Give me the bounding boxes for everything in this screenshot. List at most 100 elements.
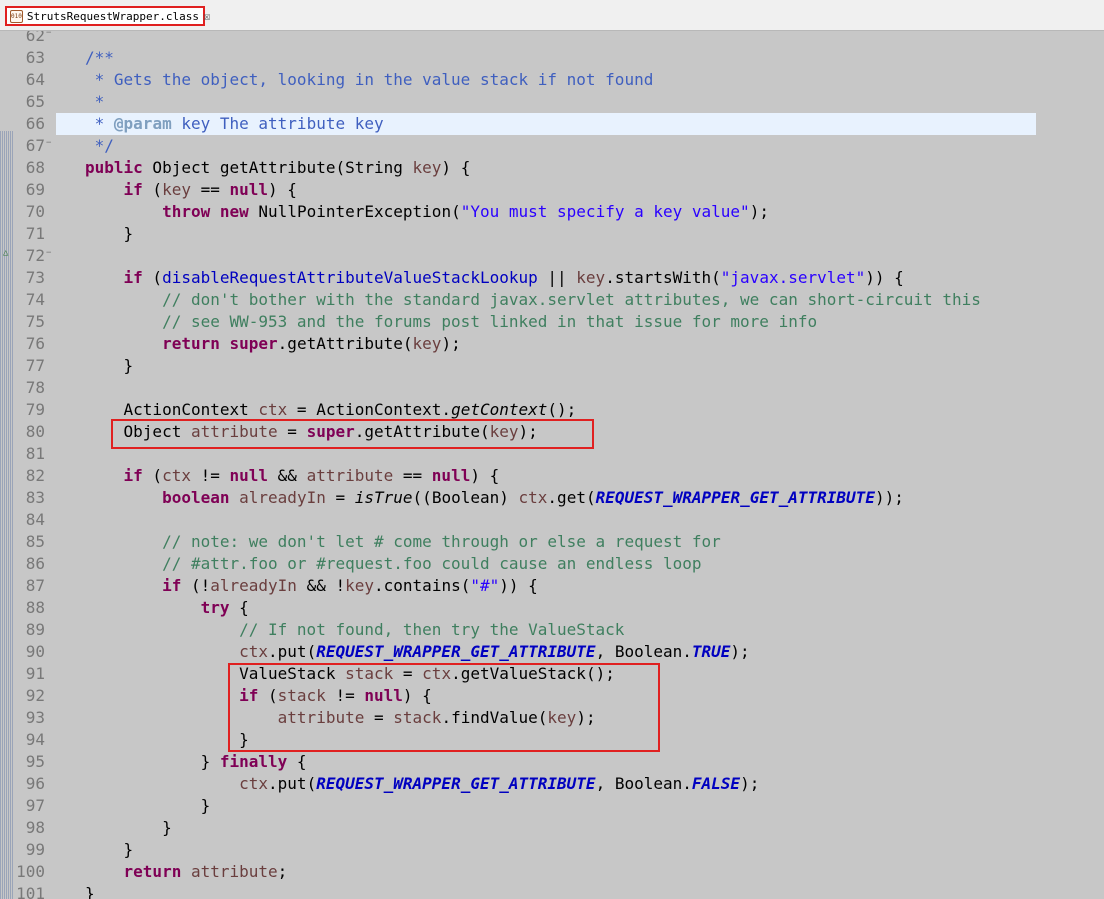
code-line[interactable]: 72− △ xyxy=(0,245,1104,267)
source-text: return attribute; xyxy=(85,862,288,882)
code-editor[interactable]: 62−63 /** 64 * Gets the object, looking in… xyxy=(0,31,1104,899)
code-token: = xyxy=(325,488,355,507)
code-line[interactable]: 65 * xyxy=(0,91,1104,113)
fold-marker-icon[interactable]: − xyxy=(46,138,51,148)
line-number: 91 xyxy=(25,664,45,683)
code-line[interactable]: 71 } xyxy=(0,223,1104,245)
code-line[interactable]: 76 return super.getAttribute(key); xyxy=(0,333,1104,355)
code-line[interactable]: 74 // don't bother with the standard jav… xyxy=(0,289,1104,311)
code-line[interactable]: 63 /** xyxy=(0,47,1104,69)
line-number: 96 xyxy=(25,774,45,793)
code-line[interactable]: 68 public Object getAttribute(String key)… xyxy=(0,157,1104,179)
code-line[interactable]: 64 * Gets the object, looking in the val… xyxy=(0,69,1104,91)
code-line[interactable]: 73 if (disableRequestAttributeValueStack… xyxy=(0,267,1104,289)
source-text: } xyxy=(85,884,95,899)
fold-marker-icon[interactable]: − xyxy=(46,248,51,258)
line-number: 99 xyxy=(25,840,45,859)
code-token: , Boolean. xyxy=(595,774,692,793)
source-text: * Gets the object, looking in the value … xyxy=(85,70,654,90)
code-token: null xyxy=(229,180,269,199)
code-token: key The attribute key xyxy=(171,114,384,133)
code-token: return xyxy=(162,334,220,353)
code-line[interactable]: 67− */ xyxy=(0,135,1104,157)
code-token: key xyxy=(345,576,375,595)
line-number: 94 xyxy=(25,730,45,749)
code-line[interactable]: 101} xyxy=(0,883,1104,899)
fold-marker-icon[interactable]: − xyxy=(46,31,51,38)
code-line[interactable]: 85 // note: we don't let # come through … xyxy=(0,531,1104,553)
code-token: ); xyxy=(441,334,461,353)
source-text: boolean alreadyIn = isTrue((Boolean) ctx… xyxy=(85,488,904,508)
code-token: ; xyxy=(277,862,288,881)
code-line[interactable]: 99 } xyxy=(0,839,1104,861)
code-token: if xyxy=(162,576,182,595)
code-token: throw xyxy=(162,202,211,221)
editor-tab-struts-request-wrapper[interactable]: 010 StrutsRequestWrapper.class ☒ xyxy=(5,6,210,26)
code-token: } xyxy=(85,884,95,899)
close-icon[interactable]: ☒ xyxy=(203,10,210,22)
code-token: ctx xyxy=(239,774,269,793)
source-text: * xyxy=(85,92,105,112)
code-line[interactable]: 78 xyxy=(0,377,1104,399)
code-token: if xyxy=(123,466,143,485)
code-line[interactable]: 69 if (key == null) { xyxy=(0,179,1104,201)
source-text: if (!alreadyIn && !key.contains("#")) { xyxy=(85,576,538,596)
source-text: ctx.put(REQUEST_WRAPPER_GET_ATTRIBUTE, B… xyxy=(85,774,759,794)
line-number: 88 xyxy=(25,598,45,617)
line-number: 80 xyxy=(25,422,45,441)
code-line[interactable]: 86 // #attr.foo or #request.foo could ca… xyxy=(0,553,1104,575)
code-line[interactable]: 79 ActionContext ctx = ActionContext.get… xyxy=(0,399,1104,421)
code-token: ctx xyxy=(518,488,548,507)
highlight-box-super-getattribute xyxy=(111,419,594,449)
code-line[interactable]: 70 throw new NullPointerException("You m… xyxy=(0,201,1104,223)
code-token: * xyxy=(85,92,105,111)
code-line[interactable]: 97 } xyxy=(0,795,1104,817)
source-text: try { xyxy=(85,598,249,618)
code-token: , Boolean. xyxy=(595,642,692,661)
code-token: TRUE xyxy=(691,642,731,661)
code-token: { xyxy=(229,598,249,617)
code-token: FALSE xyxy=(691,774,741,793)
code-line[interactable]: 77 } xyxy=(0,355,1104,377)
code-line[interactable]: 89 // If not found, then try the ValueSt… xyxy=(0,619,1104,641)
code-token: public xyxy=(85,158,143,177)
source-text: } xyxy=(85,224,134,244)
code-token: ActionContext xyxy=(85,400,259,419)
code-line[interactable]: 90 ctx.put(REQUEST_WRAPPER_GET_ATTRIBUTE… xyxy=(0,641,1104,663)
code-token: // #attr.foo or #request.foo could cause… xyxy=(162,554,702,573)
line-number: 63 xyxy=(25,48,45,67)
line-number: 86 xyxy=(25,554,45,573)
code-line[interactable]: 62− xyxy=(0,31,1104,47)
code-line[interactable]: 87 if (!alreadyIn && !key.contains("#"))… xyxy=(0,575,1104,597)
source-text: */ xyxy=(85,136,114,156)
code-line[interactable]: 75 // see WW-953 and the forums post lin… xyxy=(0,311,1104,333)
code-token: /** xyxy=(85,48,114,67)
code-token: } xyxy=(85,224,134,243)
source-text: // don't bother with the standard javax.… xyxy=(85,290,981,310)
code-lines: 62−63 /** 64 * Gets the object, looking in… xyxy=(0,31,1104,899)
code-line[interactable]: 88 try { xyxy=(0,597,1104,619)
source-text: } xyxy=(85,796,211,816)
code-token: if xyxy=(123,180,143,199)
code-line[interactable]: 82 if (ctx != null && attribute == null)… xyxy=(0,465,1104,487)
code-token: ) { xyxy=(268,180,297,199)
code-line[interactable]: 96 ctx.put(REQUEST_WRAPPER_GET_ATTRIBUTE… xyxy=(0,773,1104,795)
code-line[interactable]: 98 } xyxy=(0,817,1104,839)
line-number: 78 xyxy=(25,378,45,397)
code-line[interactable]: 100 return attribute; xyxy=(0,861,1104,883)
code-token: // note: we don't let # come through or … xyxy=(162,532,721,551)
code-token: ( xyxy=(142,268,163,287)
code-line[interactable]: 95 } finally { xyxy=(0,751,1104,773)
code-line[interactable]: 66 * @param key The attribute key xyxy=(0,113,1104,135)
source-text: public Object getAttribute(String key) { xyxy=(85,158,470,178)
code-line[interactable]: 83 boolean alreadyIn = isTrue((Boolean) … xyxy=(0,487,1104,509)
line-number: 84 xyxy=(25,510,45,529)
line-number: 71 xyxy=(25,224,45,243)
code-token: REQUEST_WRAPPER_GET_ATTRIBUTE xyxy=(595,488,875,507)
code-line[interactable]: 84 xyxy=(0,509,1104,531)
